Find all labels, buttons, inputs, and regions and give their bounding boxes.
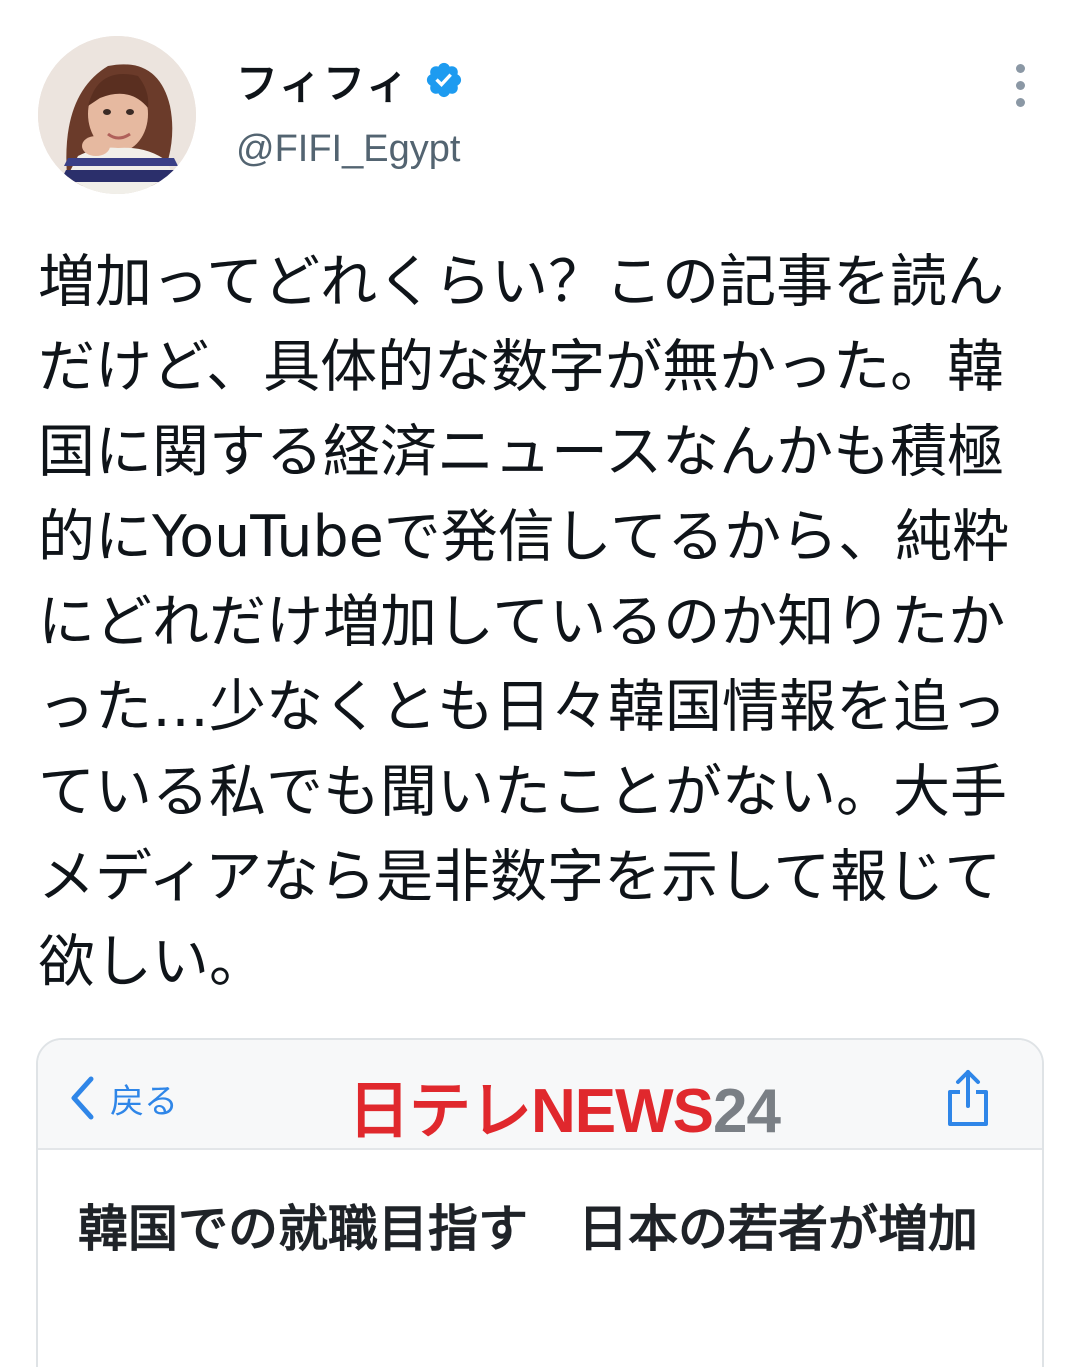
card-toolbar: 戻る 日テレNEWS 24: [38, 1040, 1042, 1150]
profile-photo: [38, 36, 196, 194]
more-options-button[interactable]: [1000, 60, 1040, 110]
logo-brand: 日テレNEWS: [348, 1077, 714, 1146]
share-icon: [948, 1070, 988, 1126]
more-vertical-icon: [1015, 63, 1025, 73]
chevron-left-icon: [71, 1076, 94, 1120]
author-name-row[interactable]: フィフィ: [236, 52, 464, 108]
logo-number: 24: [713, 1077, 781, 1146]
share-button[interactable]: [940, 1066, 996, 1130]
author-handle[interactable]: @FIFI_Egypt: [236, 128, 460, 171]
verified-badge-icon: [427, 62, 462, 98]
back-button[interactable]: 戻る: [68, 1070, 178, 1126]
display-name[interactable]: フィフィ: [236, 50, 410, 111]
tweet-text: 増加ってどれくらい？この記事を読んだけど、具体的な数字が無かった。韓国に関する経…: [38, 249, 1010, 995]
back-label: 戻る: [110, 1081, 178, 1122]
ntv-news24-logo: 日テレNEWS 24: [348, 1060, 781, 1146]
article-headline[interactable]: 韓国での就職目指す 日本の若者が増加: [78, 1190, 1018, 1268]
avatar[interactable]: [38, 36, 196, 194]
link-card[interactable]: 戻る 日テレNEWS 24 韓国での就職目指す 日本の若者が増加: [36, 1038, 1044, 1367]
